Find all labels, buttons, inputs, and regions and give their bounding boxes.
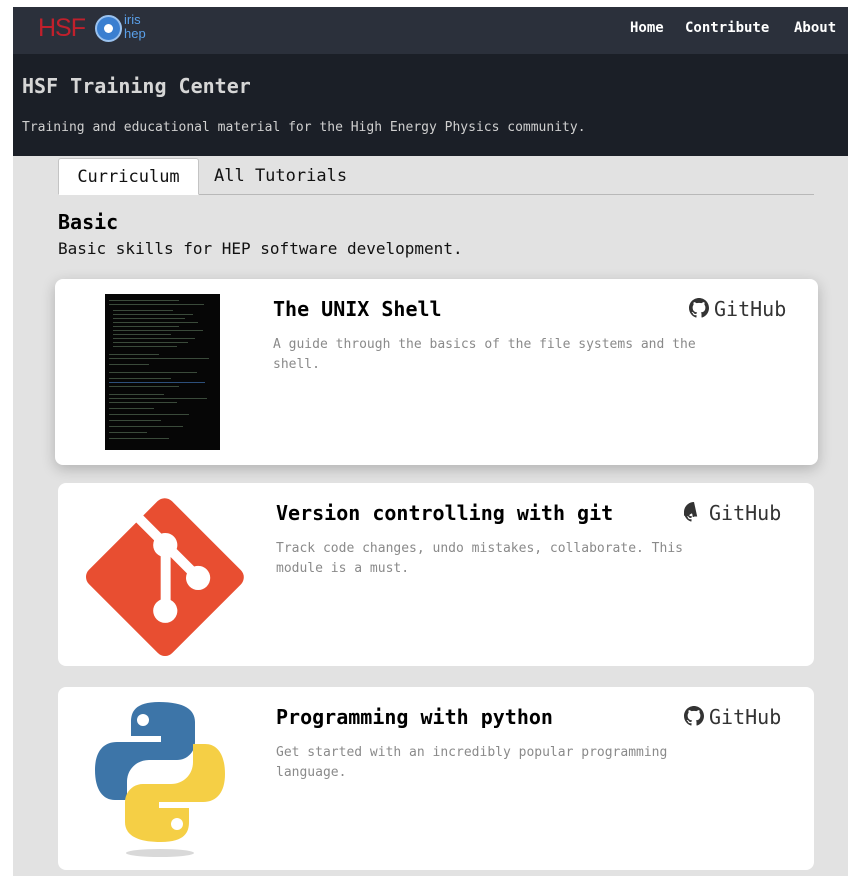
module-card-title[interactable]: Programming with python: [276, 705, 553, 729]
section-title: Basic: [58, 210, 119, 234]
section-subtitle: Basic skills for HEP software developmen…: [58, 239, 463, 258]
nav-about-link[interactable]: About: [794, 20, 836, 36]
module-card-git[interactable]: Version controlling with git Track code …: [58, 483, 814, 666]
github-link[interactable]: GitHub: [684, 705, 781, 731]
hsf-logo[interactable]: HSF: [38, 14, 86, 43]
page: HSF iris hep Home Contribute About HSF Tr…: [13, 7, 848, 876]
module-card-description: Get started with an incredibly popular p…: [276, 745, 668, 780]
github-icon: [684, 706, 704, 731]
module-card-description: A guide through the basics of the file s…: [273, 337, 696, 372]
site-title: HSF Training Center: [22, 74, 251, 98]
github-link-label: GitHub: [709, 501, 782, 525]
github-link[interactable]: GitHub: [682, 501, 782, 527]
nav-contribute-link[interactable]: Contribute: [685, 20, 769, 36]
site-header: HSF Training Center Training and educati…: [13, 54, 848, 156]
module-card-unix-shell[interactable]: The UNIX Shell A guide through the basic…: [55, 279, 818, 465]
top-nav: HSF iris hep Home Contribute About: [13, 7, 848, 54]
github-link-label: GitHub: [714, 297, 787, 321]
site-subtitle: Training and educational material for th…: [22, 120, 586, 135]
tab-curriculum[interactable]: Curriculum: [58, 158, 199, 195]
tab-all-tutorials[interactable]: All Tutorials: [214, 158, 347, 195]
iris-hep-logo-text: iris hep: [124, 12, 146, 41]
github-link[interactable]: GitHub: [689, 297, 786, 323]
python-logo-icon: [95, 702, 225, 857]
module-card-title[interactable]: The UNIX Shell: [273, 297, 442, 321]
module-card-title[interactable]: Version controlling with git: [276, 501, 613, 525]
github-icon: [682, 502, 704, 527]
nav-home-link[interactable]: Home: [630, 20, 664, 36]
terminal-screenshot-image: [105, 294, 220, 450]
github-link-label: GitHub: [709, 705, 782, 729]
module-card-description: Track code changes, undo mistakes, colla…: [276, 541, 683, 576]
iris-hep-logo[interactable]: iris hep: [95, 12, 155, 44]
github-icon: [689, 298, 709, 323]
iris-hep-logo-icon: [95, 15, 122, 42]
git-logo-icon: [86, 498, 244, 656]
module-card-python[interactable]: Programming with python Get started with…: [58, 687, 814, 870]
